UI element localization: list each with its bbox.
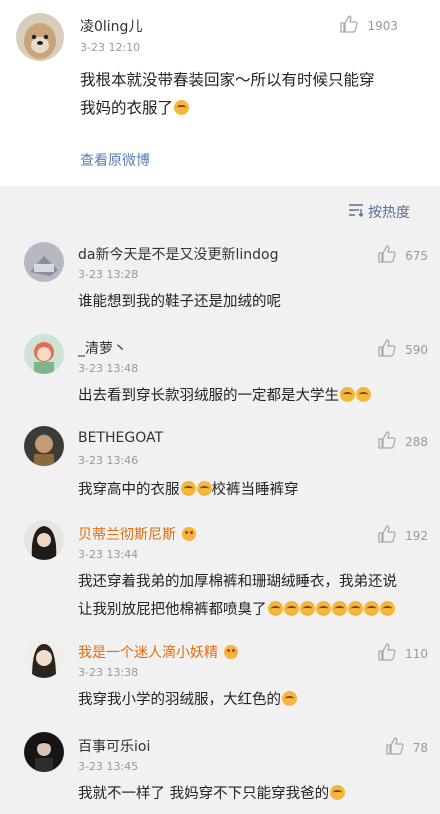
thumbs-up-icon xyxy=(377,642,397,665)
comment-like-button[interactable]: 675 xyxy=(377,244,428,267)
comment-text-line-2-body: 让我别放屁把他棉裤都喷臭了 xyxy=(78,602,267,618)
comment-time: 3-23 13:46 xyxy=(78,454,139,467)
laugh-emoji-icon xyxy=(363,601,379,616)
comment-text-part-2: 校裤当睡裤穿 xyxy=(211,482,299,498)
post-like-button[interactable]: 1903 xyxy=(339,14,398,37)
comment-text: 我穿高中的衣服 校裤当睡裤穿 xyxy=(78,476,299,504)
comment-time: 3-23 13:48 xyxy=(78,362,139,375)
commenter-avatar[interactable] xyxy=(24,334,64,374)
comment-time: 3-23 13:28 xyxy=(78,268,139,281)
commenter-name-text: 贝蒂兰彻斯尼斯 xyxy=(78,527,176,543)
comment-like-count: 192 xyxy=(405,528,428,543)
post-text-line-2-text: 我妈的衣服了 xyxy=(80,99,174,117)
comment-text-body: 我穿我小学的羽绒服，大红色的 xyxy=(78,692,281,708)
commenter-name[interactable]: 我是一个迷人滴小妖精 xyxy=(78,642,238,662)
comment-text: 我穿我小学的羽绒服，大红色的 xyxy=(78,686,297,714)
post-text-line-2: 我妈的衣服了 xyxy=(80,94,430,122)
comment-like-count: 110 xyxy=(405,646,428,661)
comment-text-part-1: 我穿高中的衣服 xyxy=(78,482,180,498)
commenter-name[interactable]: BETHEGOAT xyxy=(78,430,163,446)
comment-text-line-1: 我还穿着我弟的加厚棉裤和珊瑚绒睡衣，我弟还说 xyxy=(78,574,397,590)
post-like-count: 1903 xyxy=(367,18,398,33)
grin-emoji-icon xyxy=(340,387,355,402)
comment-like-button[interactable]: 590 xyxy=(377,338,428,361)
laugh-emoji-icon xyxy=(267,601,283,616)
sort-by-hotness-button[interactable]: 按热度 xyxy=(348,202,410,222)
commenter-avatar[interactable] xyxy=(24,242,64,282)
comment-text-body: 我就不一样了 我妈穿不下只能穿我爸的 xyxy=(78,786,330,802)
laugh-emoji-icon xyxy=(299,601,315,616)
sort-icon xyxy=(348,203,364,221)
comment-text: 我还穿着我弟的加厚棉裤和珊瑚绒睡衣，我弟还说 让我别放屁把他棉裤都喷臭了 xyxy=(78,568,428,624)
comment-text: 我就不一样了 我妈穿不下只能穿我爸的 xyxy=(78,780,346,808)
sort-label: 按热度 xyxy=(368,205,410,221)
sweat-emoji-icon xyxy=(330,785,346,800)
member-badge-icon xyxy=(182,527,196,541)
comment-text: 出去看到穿长款羽绒服的一定都是大学生 xyxy=(78,382,371,410)
commenter-avatar[interactable] xyxy=(24,426,64,466)
cat-emoji-icon xyxy=(282,691,297,706)
original-post-card: 凌0ling儿 3-23 12:10 1903 我根本就没带春装回家～所以有时候… xyxy=(0,0,440,186)
laugh-emoji-icon xyxy=(315,601,331,616)
laugh-emoji-icon xyxy=(347,601,363,616)
comment-like-button[interactable]: 192 xyxy=(377,524,428,547)
commenter-name[interactable]: _清萝丶 xyxy=(78,338,127,358)
commenter-avatar[interactable] xyxy=(24,638,64,678)
grin-emoji-icon xyxy=(356,387,371,402)
post-author-avatar[interactable] xyxy=(16,13,64,61)
commenter-avatar[interactable] xyxy=(24,732,64,772)
commenter-name-text: 我是一个迷人滴小妖精 xyxy=(78,645,218,661)
thumbs-up-icon xyxy=(339,14,359,37)
comment-like-count: 675 xyxy=(405,248,428,263)
commenter-avatar[interactable] xyxy=(24,520,64,560)
post-text-line-1: 我根本就没带春装回家～所以有时候只能穿 xyxy=(80,71,375,89)
comment-like-button[interactable]: 288 xyxy=(377,430,428,453)
comment-like-count: 288 xyxy=(405,434,428,449)
thumbs-up-icon xyxy=(385,736,405,759)
member-badge-icon xyxy=(224,645,238,659)
comment-text: 谁能想到我的鞋子还是加绒的呢 xyxy=(78,294,281,310)
grin-emoji-icon xyxy=(196,481,212,496)
laugh-emoji-icon xyxy=(283,601,299,616)
thumbs-up-icon xyxy=(377,338,397,361)
commenter-name[interactable]: 贝蒂兰彻斯尼斯 xyxy=(78,524,196,544)
post-author-name[interactable]: 凌0ling儿 xyxy=(80,16,142,36)
thumbs-up-icon xyxy=(377,524,397,547)
comment-like-count: 78 xyxy=(412,740,428,755)
post-time: 3-23 12:10 xyxy=(80,41,141,54)
comment-time: 3-23 13:38 xyxy=(78,666,139,679)
commenter-name[interactable]: 百事可乐ioi xyxy=(78,736,150,756)
thumbs-up-icon xyxy=(377,244,397,267)
view-original-link[interactable]: 查看原微博 xyxy=(80,150,150,170)
comment-time: 3-23 13:44 xyxy=(78,548,139,561)
laugh-emoji-icon xyxy=(379,601,395,616)
comment-like-button[interactable]: 110 xyxy=(377,642,428,665)
comment-text-line-2: 让我别放屁把他棉裤都喷臭了 xyxy=(78,596,428,624)
thumbs-up-icon xyxy=(377,430,397,453)
laugh-emoji-icon xyxy=(331,601,347,616)
comment-text-body: 出去看到穿长款羽绒服的一定都是大学生 xyxy=(78,388,339,404)
comment-like-count: 590 xyxy=(405,342,428,357)
commenter-name[interactable]: da新今天是不是又没更新lindog xyxy=(78,244,278,264)
post-text: 我根本就没带春装回家～所以有时候只能穿 我妈的衣服了 xyxy=(80,66,430,122)
grin-emoji-icon xyxy=(180,481,196,496)
cat-emoji-icon xyxy=(174,100,190,115)
comment-time: 3-23 13:45 xyxy=(78,760,139,773)
comment-like-button[interactable]: 78 xyxy=(385,736,428,759)
